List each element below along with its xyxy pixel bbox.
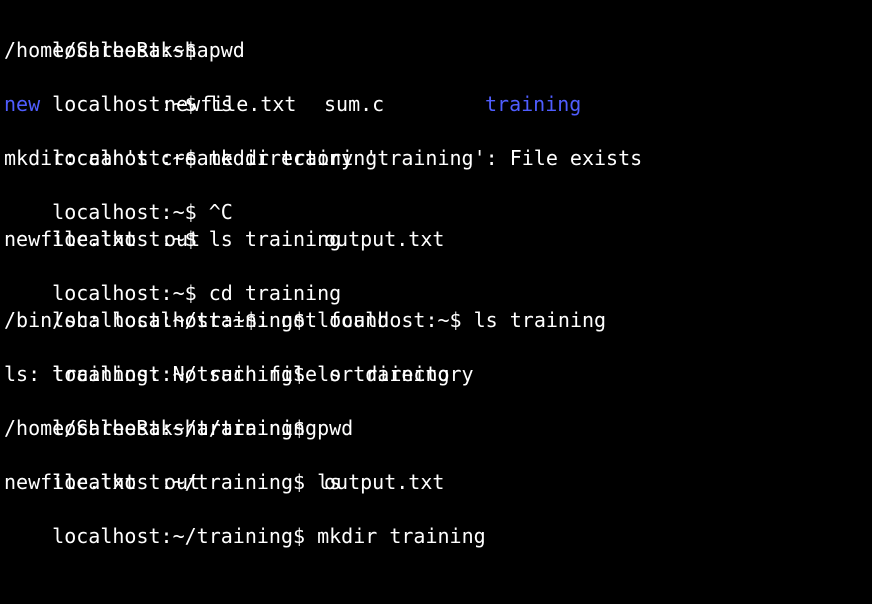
file-entry: out: [164, 227, 201, 251]
command-line: localhost:~$ pwd: [4, 10, 872, 62]
command-line: localhost:~$ cd training: [4, 253, 872, 305]
command-line[interactable]: localhost:~/training$ mkdir training: [4, 496, 872, 548]
terminal-window[interactable]: localhost:~$ pwd /home/ShreeRaksha local…: [0, 0, 872, 548]
file-entry: out: [164, 470, 201, 494]
ls-output-row: new newfile.txt sum.c training: [4, 91, 872, 118]
command-input[interactable]: mkdir training: [305, 524, 486, 548]
command-text: cd training: [196, 281, 342, 305]
command-line: localhost:~$ ls: [4, 64, 872, 116]
ls-output-row: newfile.txt out output.txt: [4, 469, 872, 496]
command-line: localhost:~$ mkdir training: [4, 118, 872, 170]
output-line: /home/ShreeRaksha/training: [4, 416, 318, 440]
directory-entry-new: new: [4, 92, 41, 116]
file-entry: output.txt: [324, 227, 445, 251]
output-line: mkdir: can't create directory 'training'…: [4, 146, 643, 170]
shell-prompt: localhost:~$: [52, 281, 197, 305]
command-line: localhost:~/training$ ls training: [4, 334, 872, 386]
output-line: /home/ShreeRaksha: [4, 38, 209, 62]
file-entry: newfile.txt: [164, 92, 297, 116]
shell-prompt: localhost:~/training$: [52, 524, 306, 548]
file-entry: newfile.txt: [4, 227, 137, 251]
command-text: ^C: [196, 200, 233, 224]
command-line: localhost:~/training$ pwd: [4, 388, 872, 440]
output-line: ls: training: No such file or directory: [4, 362, 474, 386]
shell-prompt: localhost:~$: [52, 200, 197, 224]
file-entry: newfile.txt: [4, 470, 137, 494]
directory-entry-training: training: [485, 92, 582, 116]
ls-output-row: newfile.txt out output.txt: [4, 226, 872, 253]
file-entry: output.txt: [324, 470, 445, 494]
file-entry: sum.c: [324, 92, 385, 116]
command-line: localhost:~$ ^C: [4, 172, 872, 224]
command-line: localhost:~/training$ ls: [4, 442, 872, 494]
